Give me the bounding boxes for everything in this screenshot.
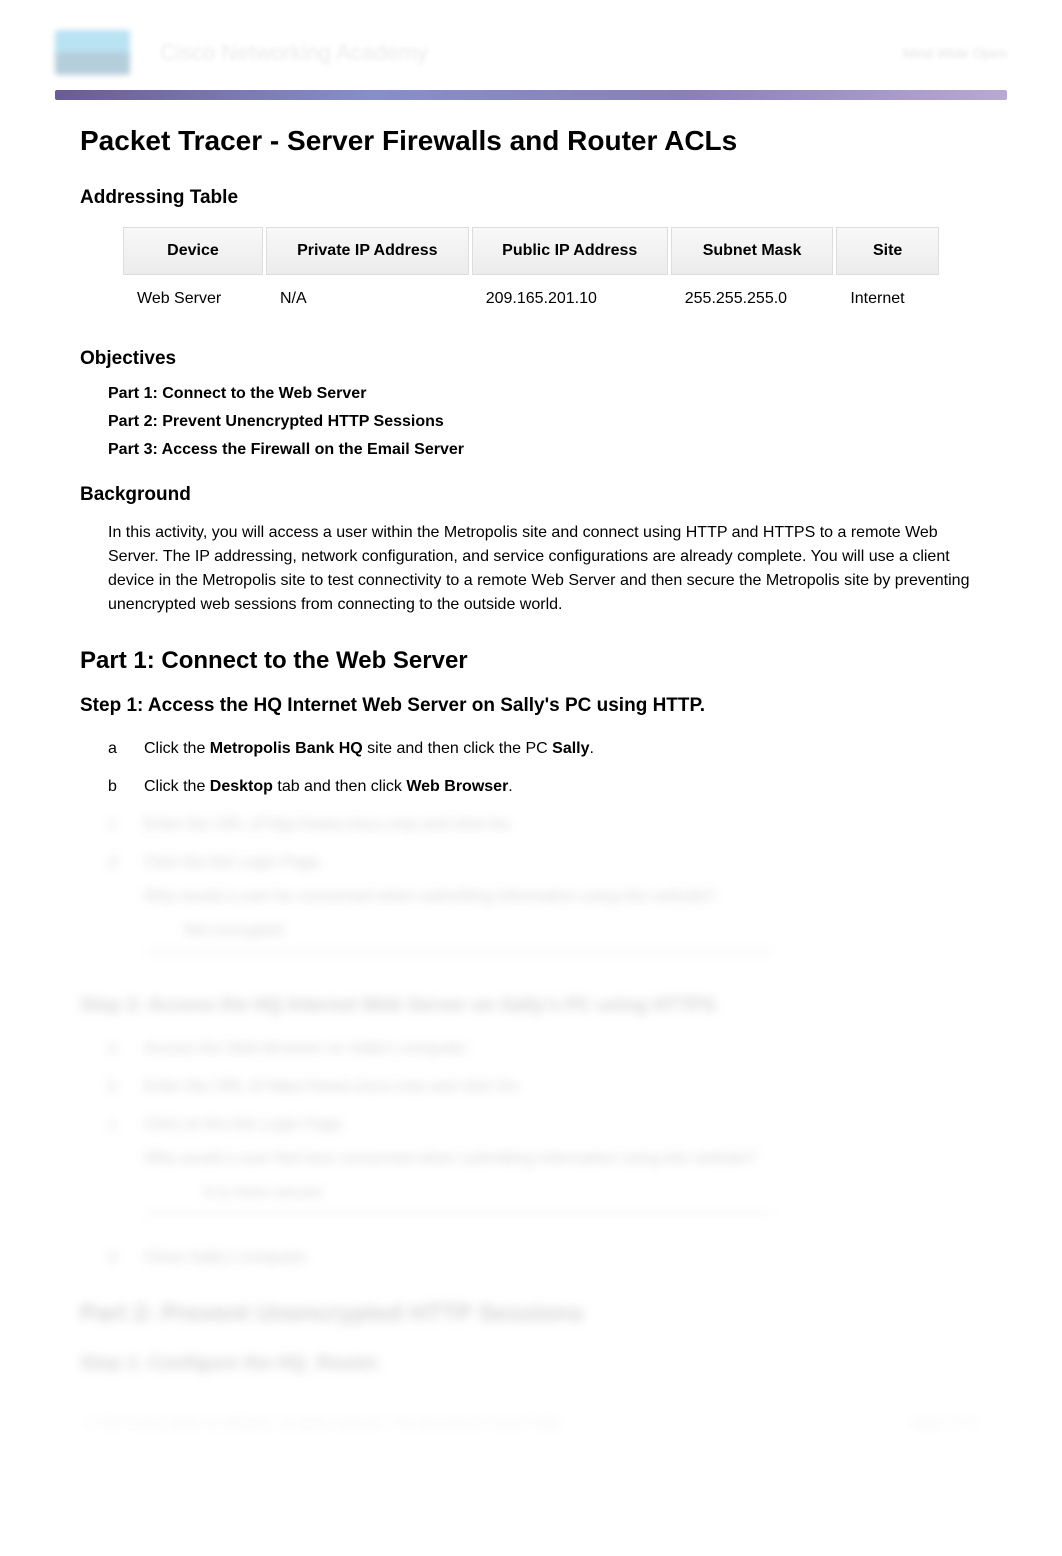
header-divider-bar (55, 90, 1007, 100)
step-letter: a (108, 737, 124, 761)
step-bold: Metropolis Bank HQ (210, 740, 363, 757)
step1b-heading: Step 1: Configure the HQ_Router. (80, 1353, 982, 1375)
step2-list: a Access the Web Browser on Sally's comp… (80, 1037, 982, 1270)
cisco-logo (55, 30, 130, 75)
step-bold: Web Browser (406, 778, 508, 795)
step-answer: It is more secure (204, 1181, 982, 1205)
header-left: Cisco Networking Academy (55, 30, 428, 75)
step-item: c Click on the link Login Page. Why woul… (108, 1113, 982, 1232)
step-text: Click the link Login Page. (144, 851, 982, 875)
col-public-ip: Public IP Address (472, 227, 668, 275)
step-content: Click the Metropolis Bank HQ site and th… (144, 737, 982, 761)
col-private-ip: Private IP Address (266, 227, 469, 275)
step2-heading: Step 2: Access the HQ Internet Web Serve… (80, 995, 982, 1017)
step-content: Click on the link Login Page. Why would … (144, 1113, 982, 1232)
objective-item: Part 1: Connect to the Web Server (108, 385, 982, 403)
page-header: Cisco Networking Academy Mind Wide Open (0, 0, 1062, 90)
step-item: a Access the Web Browser on Sally's comp… (108, 1037, 982, 1061)
addressing-table: Device Private IP Address Public IP Addr… (120, 224, 942, 323)
step-item: b Click the Desktop tab and then click W… (108, 775, 982, 799)
step-content: Access the Web Browser on Sally's comput… (144, 1037, 982, 1061)
step-item: a Click the Metropolis Bank HQ site and … (108, 737, 982, 761)
background-text: In this activity, you will access a user… (80, 521, 982, 617)
step-text: Click the (144, 778, 210, 795)
addressing-heading: Addressing Table (80, 187, 982, 209)
background-heading: Background (80, 484, 982, 506)
step-letter: d (108, 1246, 124, 1270)
part1-heading: Part 1: Connect to the Web Server (80, 647, 982, 675)
cell-private: N/A (266, 278, 469, 320)
cell-public: 209.165.201.10 (472, 278, 668, 320)
step-text: . (508, 778, 512, 795)
col-device: Device (123, 227, 263, 275)
part2-heading: Part 2: Prevent Unencrypted HTTP Session… (80, 1300, 982, 1328)
step-letter: c (108, 1113, 124, 1232)
page-footer: © 2014 Cisco and/or its affiliates. All … (80, 1415, 982, 1430)
cell-site: Internet (836, 278, 939, 320)
step-letter: b (108, 1075, 124, 1099)
table-header-row: Device Private IP Address Public IP Addr… (123, 227, 939, 275)
step-text: tab and then click (273, 778, 406, 795)
step1-heading: Step 1: Access the HQ Internet Web Serve… (80, 695, 982, 717)
step-text: Click on the link Login Page. (144, 1113, 982, 1137)
step-content: Close Sally's computer. (144, 1246, 982, 1270)
objective-item: Part 3: Access the Firewall on the Email… (108, 441, 982, 459)
cell-device: Web Server (123, 278, 263, 320)
page-title: Packet Tracer - Server Firewalls and Rou… (80, 125, 982, 157)
col-site: Site (836, 227, 939, 275)
step-content: Click the Desktop tab and then click Web… (144, 775, 982, 799)
step-question: Why would a user feel less concerned whe… (144, 1147, 982, 1171)
step-question: Why would a user be concerned when submi… (144, 885, 982, 909)
step-text: Click the (144, 740, 210, 757)
cell-mask: 255.255.255.0 (671, 278, 834, 320)
step-bold: Desktop (210, 778, 273, 795)
footer-page-number: Page 1 of 2 (911, 1415, 978, 1430)
step-content: Enter the URL of http://www.cisco.corp a… (144, 813, 982, 837)
footer-copyright: © 2014 Cisco and/or its affiliates. All … (85, 1415, 566, 1430)
step-item: b Enter the URL of https://www.cisco.cor… (108, 1075, 982, 1099)
step-text: site and then click the PC (363, 740, 552, 757)
step-item: c Enter the URL of http://www.cisco.corp… (108, 813, 982, 837)
step-answer: Not encrypted (184, 919, 982, 943)
step-letter: d (108, 851, 124, 970)
addressing-table-wrap: Device Private IP Address Public IP Addr… (80, 224, 982, 323)
academy-title: Cisco Networking Academy (160, 40, 428, 66)
step-item: d Click the link Login Page. Why would a… (108, 851, 982, 970)
step1-list: a Click the Metropolis Bank HQ site and … (80, 737, 982, 970)
objectives-heading: Objectives (80, 348, 982, 370)
blurred-content: c Enter the URL of http://www.cisco.corp… (108, 813, 982, 970)
document-content: Packet Tracer - Server Firewalls and Rou… (0, 100, 1062, 1470)
step-content: Click the link Login Page. Why would a u… (144, 851, 982, 970)
col-subnet-mask: Subnet Mask (671, 227, 834, 275)
answer-line (144, 1213, 773, 1214)
step-text: . (590, 740, 594, 757)
step-letter: a (108, 1037, 124, 1061)
blurred-content: Step 2: Access the HQ Internet Web Serve… (80, 995, 982, 1430)
step-item: d Close Sally's computer. (108, 1246, 982, 1270)
answer-line (144, 951, 773, 952)
step-content: Enter the URL of https://www.cisco.corp … (144, 1075, 982, 1099)
objective-item: Part 2: Prevent Unencrypted HTTP Session… (108, 413, 982, 431)
step-bold: Sally (552, 740, 589, 757)
table-row: Web Server N/A 209.165.201.10 255.255.25… (123, 278, 939, 320)
step-letter: b (108, 775, 124, 799)
mind-wide-open: Mind Wide Open (903, 45, 1007, 61)
objectives-list: Part 1: Connect to the Web Server Part 2… (80, 385, 982, 459)
step-letter: c (108, 813, 124, 837)
